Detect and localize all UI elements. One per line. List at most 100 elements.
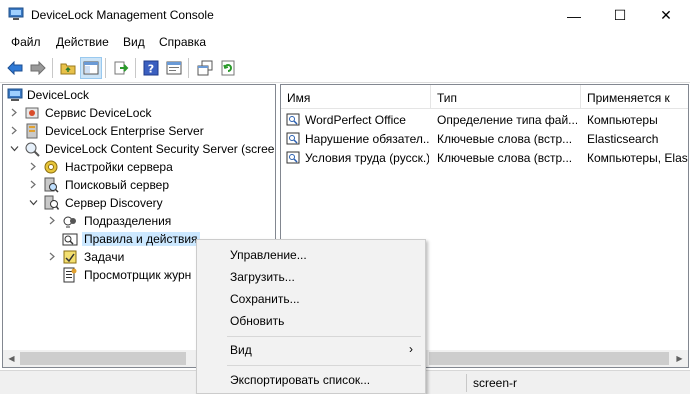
menu-item-label: Сохранить... — [230, 292, 300, 306]
menu-item-label: Загрузить... — [230, 270, 295, 284]
collapse-arrow-icon[interactable] — [10, 144, 19, 153]
tree-label: Правила и действия — [82, 232, 200, 246]
cell-type: Определение типа фай... — [437, 113, 577, 127]
cell-name: WordPerfect Office — [305, 113, 406, 127]
search-server-icon — [44, 177, 59, 193]
toolbar-separator — [105, 58, 106, 78]
scrollbar-thumb[interactable] — [20, 352, 186, 365]
menu-separator — [227, 365, 421, 366]
tree-item-content-security-server[interactable]: DeviceLock Content Security Server (scre… — [3, 140, 276, 158]
maximize-button[interactable]: ☐ — [597, 0, 643, 31]
expand-arrow-icon[interactable] — [10, 108, 19, 117]
tree-item-server-settings[interactable]: Настройки сервера — [3, 158, 275, 176]
status-segment-server: screen-r — [466, 374, 690, 392]
cell-name: Нарушение обязател... — [305, 132, 429, 146]
tree-item-enterprise-server[interactable]: DeviceLock Enterprise Server — [3, 122, 275, 140]
expand-arrow-icon[interactable] — [48, 252, 57, 261]
tree-label: DeviceLock Content Security Server (scre… — [45, 142, 276, 156]
menu-help[interactable]: Справка — [159, 35, 206, 49]
tree-label: Сервер Discovery — [65, 196, 163, 210]
menu-item-export-list[interactable]: Экспортировать список... — [197, 369, 425, 391]
service-icon — [25, 107, 39, 119]
expand-arrow-icon[interactable] — [29, 162, 38, 171]
expand-arrow-icon[interactable] — [10, 126, 19, 135]
cell-name: Условия труда (русск.) — [305, 151, 429, 165]
scroll-left-icon[interactable]: ◀ — [3, 350, 20, 367]
menu-item-label: Экспортировать список... — [230, 373, 371, 387]
menu-item-save[interactable]: Сохранить... — [197, 288, 425, 310]
svg-text:?: ? — [148, 63, 154, 76]
app-window: DeviceLock Management Console — ☐ ✕ Файл… — [0, 0, 690, 394]
rule-icon — [286, 113, 300, 126]
scroll-right-icon[interactable]: ▶ — [671, 350, 688, 367]
column-header-type[interactable]: Тип — [431, 85, 581, 109]
tree-label: Задачи — [84, 250, 125, 264]
content-security-icon — [25, 142, 40, 157]
collapse-arrow-icon[interactable] — [29, 198, 38, 207]
cell-type: Ключевые слова (встр... — [437, 151, 573, 165]
menu-item-label: Обновить — [230, 314, 285, 328]
menu-item-manage[interactable]: Управление... — [197, 244, 425, 266]
enterprise-server-icon — [26, 123, 38, 139]
discovery-icon — [44, 195, 59, 210]
title-bar: DeviceLock Management Console — ☐ ✕ — [0, 0, 690, 31]
rules-icon — [62, 233, 78, 246]
log-viewer-icon — [63, 267, 77, 283]
units-icon — [63, 216, 76, 228]
close-button[interactable]: ✕ — [643, 0, 689, 31]
column-header-name[interactable]: Имя — [281, 85, 431, 109]
menu-item-load[interactable]: Загрузить... — [197, 266, 425, 288]
context-menu: Управление... Загрузить... Сохранить... … — [196, 239, 426, 394]
tree-item-discovery-server[interactable]: Сервер Discovery — [3, 194, 275, 212]
tree-label: Поисковый сервер — [65, 178, 170, 192]
new-window-icon[interactable] — [194, 57, 216, 79]
scrollbar-thumb[interactable] — [429, 352, 669, 365]
settings-gear-icon — [44, 160, 58, 174]
app-icon — [8, 7, 24, 20]
tasks-icon — [63, 250, 77, 264]
menu-action[interactable]: Действие — [56, 35, 109, 49]
menu-view[interactable]: Вид — [123, 35, 145, 49]
help-icon[interactable]: ? — [140, 57, 162, 79]
menu-file[interactable]: Файл — [11, 35, 41, 49]
toolbar-separator — [52, 58, 53, 78]
submenu-arrow-icon: › — [409, 342, 413, 356]
close-icon: ✕ — [660, 7, 672, 23]
tree-label: DeviceLock — [27, 88, 90, 102]
list-row[interactable]: WordPerfect Office Определение типа фай.… — [281, 110, 688, 129]
menu-separator — [227, 336, 421, 337]
menu-item-refresh[interactable]: Обновить — [197, 310, 425, 332]
expand-arrow-icon[interactable] — [29, 180, 38, 189]
minimize-icon: — — [567, 7, 581, 24]
forward-arrow-icon[interactable] — [27, 57, 49, 79]
menu-item-label: Вид — [230, 343, 252, 357]
list-row[interactable]: Нарушение обязател... Ключевые слова (вс… — [281, 129, 688, 148]
refresh-icon[interactable] — [217, 57, 239, 79]
tree-item-devicelock[interactable]: DeviceLock — [3, 86, 275, 104]
menu-item-view[interactable]: Вид › — [197, 339, 425, 361]
tree-item-devicelock-service[interactable]: Сервис DeviceLock — [3, 104, 275, 122]
cell-applies: Elasticsearch — [587, 132, 659, 146]
show-tree-icon[interactable] — [80, 57, 102, 79]
cell-type: Ключевые слова (встр... — [437, 132, 573, 146]
tree-item-search-server[interactable]: Поисковый сервер — [3, 176, 275, 194]
list-row[interactable]: Условия труда (русск.) Ключевые слова (в… — [281, 148, 688, 167]
window-title: DeviceLock Management Console — [31, 8, 214, 22]
toolbar-separator — [135, 58, 136, 78]
tree-item-units[interactable]: Подразделения — [3, 212, 275, 230]
tree-label: Подразделения — [84, 214, 172, 228]
column-header-applies[interactable]: Применяется к — [581, 85, 688, 109]
expand-arrow-icon[interactable] — [48, 216, 57, 225]
back-arrow-icon[interactable] — [4, 57, 26, 79]
properties-icon[interactable] — [163, 57, 185, 79]
cell-applies: Компьютеры — [587, 113, 658, 127]
tree-label: Сервис DeviceLock — [45, 106, 152, 120]
tree-label: Просмотрщик журн — [84, 268, 192, 282]
minimize-button[interactable]: — — [551, 0, 597, 31]
computer-icon — [7, 88, 23, 101]
menu-item-label: Управление... — [230, 248, 307, 262]
list-header: Имя Тип Применяется к — [281, 85, 688, 109]
cell-applies: Компьютеры, Elast — [587, 151, 689, 165]
folder-up-icon[interactable] — [57, 57, 79, 79]
export-icon[interactable] — [110, 57, 132, 79]
